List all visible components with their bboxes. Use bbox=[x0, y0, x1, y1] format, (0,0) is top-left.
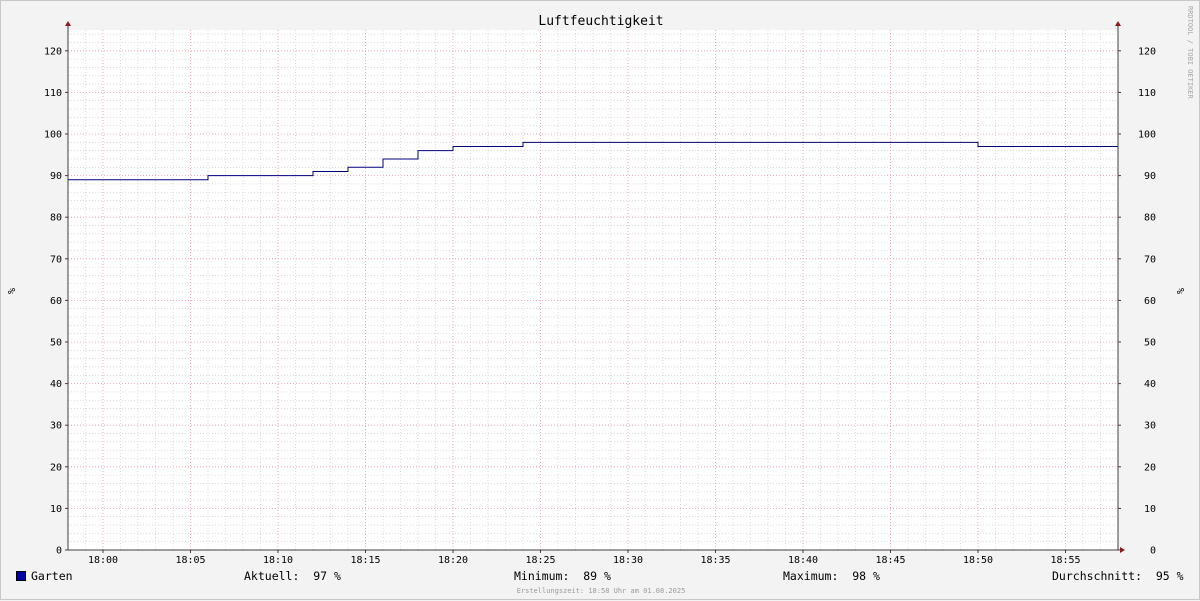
x-tick-label: 18:30 bbox=[613, 555, 643, 566]
legend-swatch-garten bbox=[16, 571, 26, 581]
y-tick-label-left: 120 bbox=[44, 46, 62, 57]
rrdtool-watermark: RRDTOOL / TOBI OETIKER bbox=[1186, 6, 1194, 100]
x-tick-label: 18:15 bbox=[350, 555, 380, 566]
y-axis-arrow-left bbox=[65, 21, 71, 26]
y-tick-label-left: 30 bbox=[50, 421, 62, 432]
creation-time-note: Erstellungszeit: 18:58 Uhr am 01.08.2025 bbox=[517, 587, 686, 595]
y-axis-unit-left: % bbox=[5, 288, 16, 294]
x-tick-label: 18:45 bbox=[875, 555, 905, 566]
y-tick-label-right: 60 bbox=[1144, 296, 1156, 307]
y-tick-label-left: 110 bbox=[44, 88, 62, 99]
y-tick-label-left: 10 bbox=[50, 504, 62, 515]
x-tick-label: 18:25 bbox=[525, 555, 555, 566]
x-tick-label: 18:50 bbox=[963, 555, 993, 566]
y-tick-label-left: 80 bbox=[50, 213, 62, 224]
y-tick-label-left: 20 bbox=[50, 462, 62, 473]
y-tick-label-left: 60 bbox=[50, 296, 62, 307]
legend-series-name: Garten bbox=[31, 569, 73, 583]
y-tick-label-right: 20 bbox=[1144, 462, 1156, 473]
plot-area: 0 0 10 10 20 20 30 30 40 40 50 50 60 60 70 70 80 80 90 90 10… bbox=[44, 21, 1156, 566]
legend-minimum-value: Minimum: 89 % bbox=[514, 569, 611, 583]
y-tick-label-left: 40 bbox=[50, 379, 62, 390]
y-tick-label-right: 30 bbox=[1144, 421, 1156, 432]
x-tick-label: 18:10 bbox=[263, 555, 293, 566]
y-axis-unit-right: % bbox=[1174, 288, 1185, 294]
legend-current-value: Aktuell: 97 % bbox=[244, 569, 341, 583]
legend-average-value: Durchschnitt: 95 % bbox=[1052, 569, 1184, 583]
y-tick-label-right: 70 bbox=[1144, 254, 1156, 265]
y-tick-label-right: 50 bbox=[1144, 338, 1156, 349]
chart-title: Luftfeuchtigkeit bbox=[538, 14, 663, 29]
y-tick-label-left: 50 bbox=[50, 338, 62, 349]
y-tick-label-right: 120 bbox=[1138, 46, 1156, 57]
x-axis-arrow bbox=[1120, 547, 1125, 553]
x-tick-label: 18:05 bbox=[175, 555, 205, 566]
legend-maximum-value: Maximum: 98 % bbox=[783, 569, 880, 583]
y-tick-label-right: 40 bbox=[1144, 379, 1156, 390]
y-axis-arrow-right bbox=[1115, 21, 1121, 26]
y-tick-label-right: 10 bbox=[1144, 504, 1156, 515]
y-tick-label-left: 90 bbox=[50, 171, 62, 182]
y-tick-label-right: 90 bbox=[1144, 171, 1156, 182]
humidity-chart: Luftfeuchtigkeit RRDTOOL / TOBI OETIKER … bbox=[5, 6, 1194, 595]
y-tick-label-right: 0 bbox=[1150, 546, 1156, 557]
y-tick-label-right: 80 bbox=[1144, 213, 1156, 224]
x-tick-label: 18:35 bbox=[700, 555, 730, 566]
x-tick-label: 18:55 bbox=[1050, 555, 1080, 566]
chart-frame: Luftfeuchtigkeit RRDTOOL / TOBI OETIKER … bbox=[0, 0, 1200, 600]
x-tick-label: 18:40 bbox=[788, 555, 818, 566]
y-tick-label-right: 100 bbox=[1138, 130, 1156, 141]
y-tick-label-right: 110 bbox=[1138, 88, 1156, 99]
y-tick-label-left: 100 bbox=[44, 130, 62, 141]
y-tick-label-left: 0 bbox=[56, 546, 62, 557]
x-tick-label: 18:00 bbox=[88, 555, 118, 566]
y-tick-label-left: 70 bbox=[50, 254, 62, 265]
x-tick-label: 18:20 bbox=[438, 555, 468, 566]
